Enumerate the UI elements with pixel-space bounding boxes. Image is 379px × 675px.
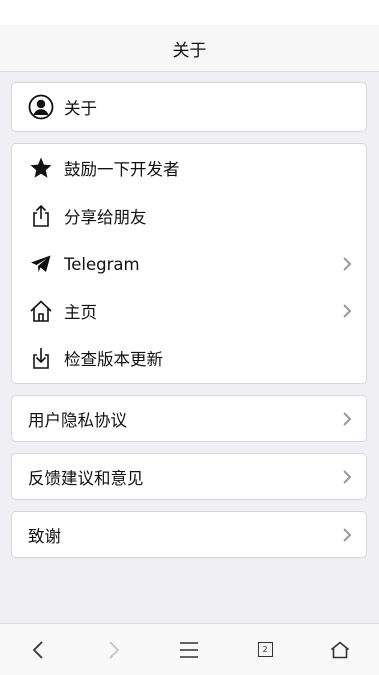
- action-label: Telegram: [64, 254, 140, 274]
- status-bar: [0, 0, 379, 25]
- chevron-right-icon: [343, 411, 352, 426]
- about-card: 关于: [11, 82, 367, 132]
- thanks-label: 致谢: [28, 526, 61, 546]
- about-label: 关于: [64, 99, 97, 118]
- action-label: 检查版本更新: [64, 349, 163, 369]
- telegram-icon: [28, 251, 54, 277]
- download-icon: [28, 345, 54, 371]
- home-icon: [330, 640, 350, 658]
- back-button[interactable]: [18, 624, 58, 675]
- action-row-share[interactable]: 分享给朋友: [12, 192, 366, 240]
- tabs-button[interactable]: 2: [245, 624, 285, 675]
- home-button[interactable]: [320, 624, 360, 675]
- chevron-right-icon: [343, 469, 352, 484]
- action-row-telegram[interactable]: Telegram: [12, 240, 366, 288]
- user-circle-icon: [28, 94, 54, 120]
- chevron-right-icon: [343, 257, 352, 271]
- action-label: 分享给朋友: [64, 208, 147, 227]
- feedback-label: 反馈建议和意见: [28, 468, 144, 488]
- privacy-card: 用户隐私协议: [11, 395, 367, 442]
- tab-count-badge: 2: [257, 642, 273, 657]
- star-icon: [28, 155, 54, 181]
- forward-button[interactable]: [94, 624, 134, 675]
- chevron-right-icon: [343, 304, 352, 318]
- action-row-check-update[interactable]: 检查版本更新: [12, 334, 366, 381]
- bottom-toolbar: 2: [0, 623, 379, 675]
- about-row[interactable]: 关于: [12, 83, 366, 131]
- page-title: 关于: [172, 40, 207, 61]
- feedback-card: 反馈建议和意见: [11, 453, 367, 500]
- actions-card: 鼓励一下开发者 分享给朋友 Telegram 主页 检查版本更新: [11, 143, 367, 384]
- action-row-homepage[interactable]: 主页: [12, 288, 366, 334]
- thanks-card: 致谢: [11, 511, 367, 558]
- chevron-left-icon: [32, 640, 43, 659]
- chevron-right-icon: [343, 527, 352, 542]
- privacy-label: 用户隐私协议: [28, 410, 127, 430]
- action-label: 主页: [64, 303, 97, 322]
- nav-bar: 关于: [0, 25, 379, 72]
- action-row-encourage[interactable]: 鼓励一下开发者: [12, 144, 366, 192]
- thanks-row[interactable]: 致谢: [12, 512, 366, 557]
- action-label: 鼓励一下开发者: [64, 160, 180, 179]
- share-icon: [28, 203, 54, 229]
- menu-icon: [180, 641, 198, 658]
- home-icon: [28, 298, 54, 324]
- privacy-row[interactable]: 用户隐私协议: [12, 396, 366, 441]
- chevron-right-icon: [109, 640, 120, 659]
- feedback-row[interactable]: 反馈建议和意见: [12, 454, 366, 499]
- menu-button[interactable]: [169, 624, 209, 675]
